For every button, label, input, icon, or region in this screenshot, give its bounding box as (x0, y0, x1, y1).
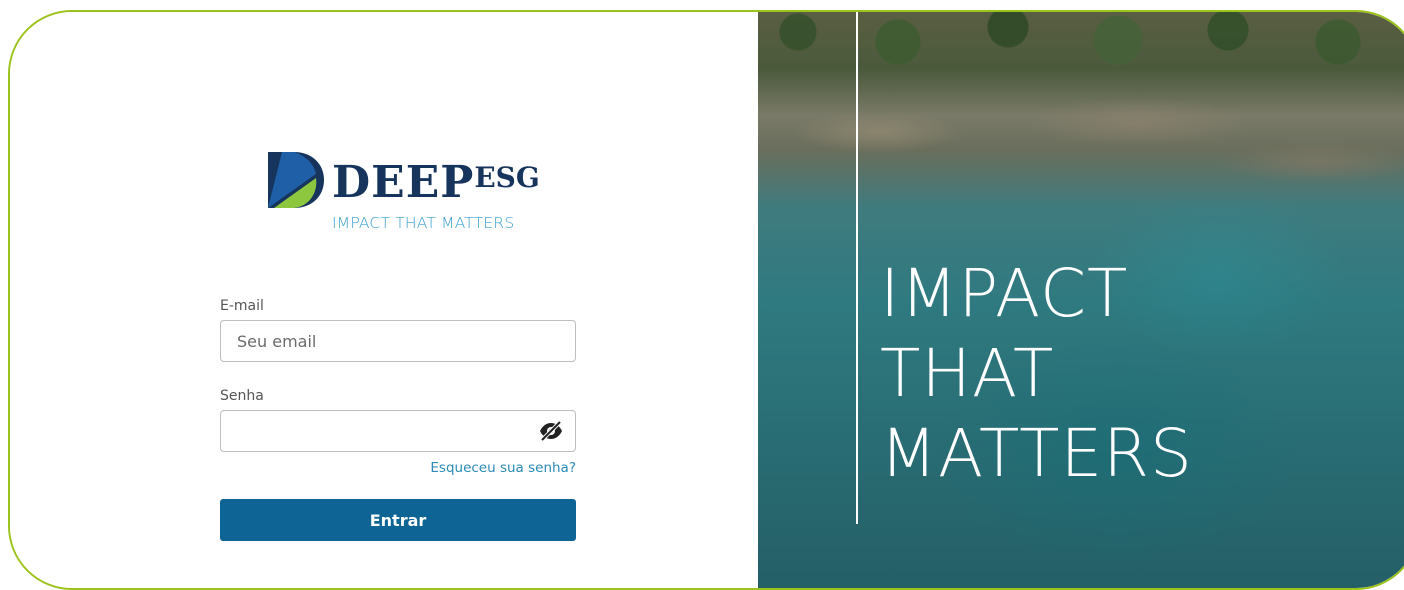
hero-divider-line (856, 12, 858, 524)
hero-rocks (758, 72, 1404, 192)
brand-name-suffix: ESG (474, 161, 540, 194)
hero-line-3: MATTERS (880, 415, 1193, 492)
login-button[interactable]: Entrar (220, 499, 576, 541)
email-field[interactable] (221, 321, 537, 361)
password-field-wrapper (220, 410, 576, 452)
password-label: Senha (220, 388, 264, 404)
forgot-password-link[interactable]: Esqueceu sua senha? (220, 460, 576, 476)
hero-line-2: THAT (880, 335, 1055, 412)
password-field[interactable] (221, 411, 537, 451)
brand-tagline: IMPACT THAT MATTERS (332, 214, 515, 232)
login-panel: DEEPESG IMPACT THAT MATTERS E-mail Senha (10, 12, 758, 588)
email-label: E-mail (220, 298, 264, 314)
brand-logo: DEEPESG IMPACT THAT MATTERS (268, 152, 548, 242)
hero-line-1: IMPACT (880, 255, 1129, 332)
hero-headline: IMPACT THAT MATTERS (880, 254, 1193, 494)
brand-name-main: DEEP (332, 157, 475, 208)
eye-slash-icon[interactable] (539, 420, 563, 442)
login-form: E-mail Senha Esqueceu sua senha? (220, 298, 576, 541)
login-card: DEEPESG IMPACT THAT MATTERS E-mail Senha (8, 10, 1404, 590)
brand-wordmark: DEEPESG (332, 157, 540, 208)
hero-image-panel: IMPACT THAT MATTERS (758, 12, 1404, 588)
email-field-wrapper (220, 320, 576, 362)
logo-mark-icon (268, 152, 324, 208)
